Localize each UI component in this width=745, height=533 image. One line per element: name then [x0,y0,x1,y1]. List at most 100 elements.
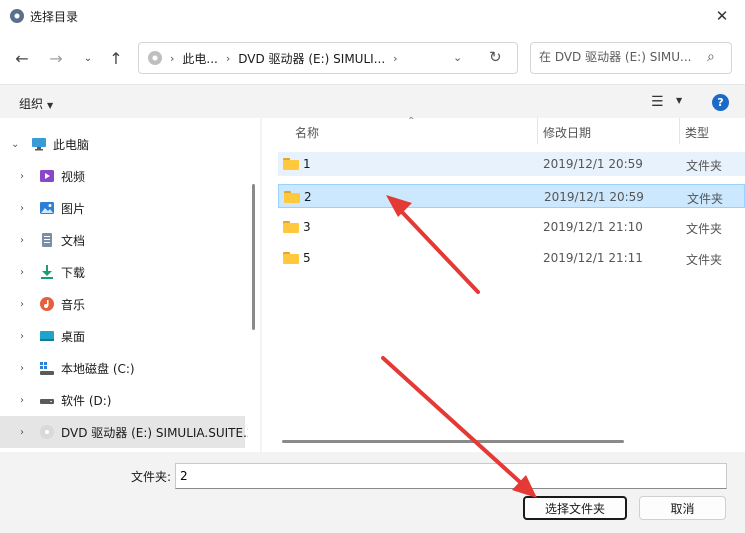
up-button[interactable]: ↑ [105,47,127,69]
chevron-right-icon[interactable]: › [20,267,24,278]
caret-down-icon: ▼ [47,101,54,110]
tree-item-label: 桌面 [61,329,86,344]
computer-icon [32,138,46,151]
chevron-down-icon[interactable]: ⌄ [11,139,19,150]
search-icon[interactable]: ⌕ [707,49,715,65]
help-icon[interactable]: ? [712,94,729,111]
title-bar: 选择目录 ✕ [0,0,745,32]
column-header-name[interactable]: 名称 [295,124,319,141]
file-type: 文件夹 [686,253,723,267]
file-modified: 2019/12/1 21:11 [543,251,643,265]
tree-item-videos[interactable]: › 视频 [0,160,245,192]
chevron-right-icon[interactable]: › [20,299,24,310]
tree-item-music[interactable]: › 音乐 [0,288,245,320]
search-input[interactable] [539,50,699,64]
file-name: 1 [303,157,311,171]
window-title: 选择目录 [30,10,79,24]
tree-item-label: 视频 [61,169,86,184]
tree-item-label: 图片 [61,201,86,216]
chevron-right-icon[interactable]: › [20,235,24,246]
dialog-footer: 文件夹: 选择文件夹 取消 [0,452,745,533]
file-name: 2 [304,190,312,204]
file-modified: 2019/12/1 20:59 [544,190,644,204]
chevron-right-icon[interactable]: › [20,203,24,214]
tree-item-label: 音乐 [61,297,86,312]
refresh-icon[interactable]: ↻ [489,48,502,66]
select-folder-button[interactable]: 选择文件夹 [523,496,627,520]
address-bar[interactable]: › 此电... › DVD 驱动器 (E:) SIMULI... › ⌄ ↻ [138,42,518,74]
main-area: ⌄ 此电脑 › 视频 › 图片 › 文档 › 下载 › 音乐 › 桌面 › 本地… [0,116,745,452]
navigation-bar: ← → ⌄ ↑ › 此电... › DVD 驱动器 (E:) SIMULI...… [0,32,745,84]
file-row[interactable]: 2 2019/12/1 20:59 文件夹 [278,184,745,208]
file-type: 文件夹 [686,222,723,236]
tree-item-software-d[interactable]: › 软件 (D:) [0,384,245,416]
file-modified: 2019/12/1 21:10 [543,220,643,234]
file-list-pane: 名称 ⌃ 修改日期 类型 1 2019/12/1 20:59 文件夹 2 201… [262,116,745,452]
recent-locations-button[interactable]: ⌄ [77,47,99,69]
view-options-icon[interactable]: ☰ [651,94,664,110]
file-name: 5 [303,251,311,265]
horizontal-scrollbar-thumb[interactable] [282,440,624,443]
organize-button[interactable]: 组织 ▼ [19,95,53,112]
close-button[interactable]: ✕ [699,0,745,32]
download-icon [41,265,53,279]
chevron-right-icon[interactable]: › [20,363,24,374]
chevron-right-icon[interactable]: › [20,427,24,438]
column-divider[interactable] [679,118,680,144]
tree-item-label: DVD 驱动器 (E:) SIMULIA.SUITE.2 [61,425,255,440]
tree-item-label: 此电脑 [53,137,90,152]
tree-item-desktop[interactable]: › 桌面 [0,320,245,352]
chevron-right-icon[interactable]: › [20,171,24,182]
file-modified: 2019/12/1 20:59 [543,157,643,171]
back-button[interactable]: ← [11,47,33,69]
arrow-left-icon: ← [15,48,29,68]
folder-icon [284,191,300,203]
cancel-button[interactable]: 取消 [639,496,726,520]
column-header-modified[interactable]: 修改日期 [543,124,591,141]
chevron-right-icon: › [393,51,398,65]
forward-button[interactable]: → [45,47,67,69]
chevron-right-icon: › [170,51,175,65]
file-type: 文件夹 [687,192,724,206]
tree-item-label: 文档 [61,233,86,248]
dvd-drive-icon [40,425,54,439]
tree-item-local-disk-c[interactable]: › 本地磁盘 (C:) [0,352,245,384]
picture-icon [40,202,54,214]
drive-icon [40,399,54,404]
tree-item-this-pc[interactable]: ⌄ 此电脑 [0,128,245,160]
app-icon [10,9,24,23]
folder-field-label: 文件夹: [131,470,172,484]
caret-down-icon[interactable]: ▼ [676,96,682,105]
tree-item-downloads[interactable]: › 下载 [0,256,245,288]
file-name: 3 [303,220,311,234]
tree-item-pictures[interactable]: › 图片 [0,192,245,224]
breadcrumb-this-pc[interactable]: 此电... [182,50,217,67]
address-history-dropdown[interactable]: ⌄ [453,51,462,64]
file-row[interactable]: 1 2019/12/1 20:59 文件夹 [278,152,745,176]
sort-ascending-icon: ⌃ [407,116,416,127]
arrow-right-icon: → [49,48,63,68]
chevron-right-icon[interactable]: › [20,395,24,406]
tree-item-documents[interactable]: › 文档 [0,224,245,256]
column-header-type[interactable]: 类型 [685,124,709,141]
command-bar: 组织 ▼ ☰ ▼ ? [0,84,745,118]
column-divider[interactable] [537,118,538,144]
folder-icon [283,221,299,233]
navigation-tree: ⌄ 此电脑 › 视频 › 图片 › 文档 › 下载 › 音乐 › 桌面 › 本地… [0,118,260,452]
music-icon [40,297,54,311]
tree-item-dvd-drive[interactable]: › DVD 驱动器 (E:) SIMULIA.SUITE.2 [0,416,255,448]
document-icon [42,233,52,247]
close-icon: ✕ [715,7,729,25]
chevron-right-icon: › [225,51,231,65]
tree-scrollbar-thumb[interactable] [252,184,255,330]
file-row[interactable]: 3 2019/12/1 21:10 文件夹 [278,215,745,239]
video-icon [40,170,54,182]
chevron-right-icon[interactable]: › [20,331,24,342]
file-row[interactable]: 5 2019/12/1 21:11 文件夹 [278,246,745,270]
chevron-down-icon: ⌄ [83,52,93,64]
breadcrumb-dvd-drive[interactable]: DVD 驱动器 (E:) SIMULI... [238,50,385,67]
tree-item-label: 软件 (D:) [61,393,112,408]
organize-label: 组织 [19,97,44,111]
tree-item-label: 下载 [61,265,86,280]
folder-field[interactable] [175,463,727,489]
